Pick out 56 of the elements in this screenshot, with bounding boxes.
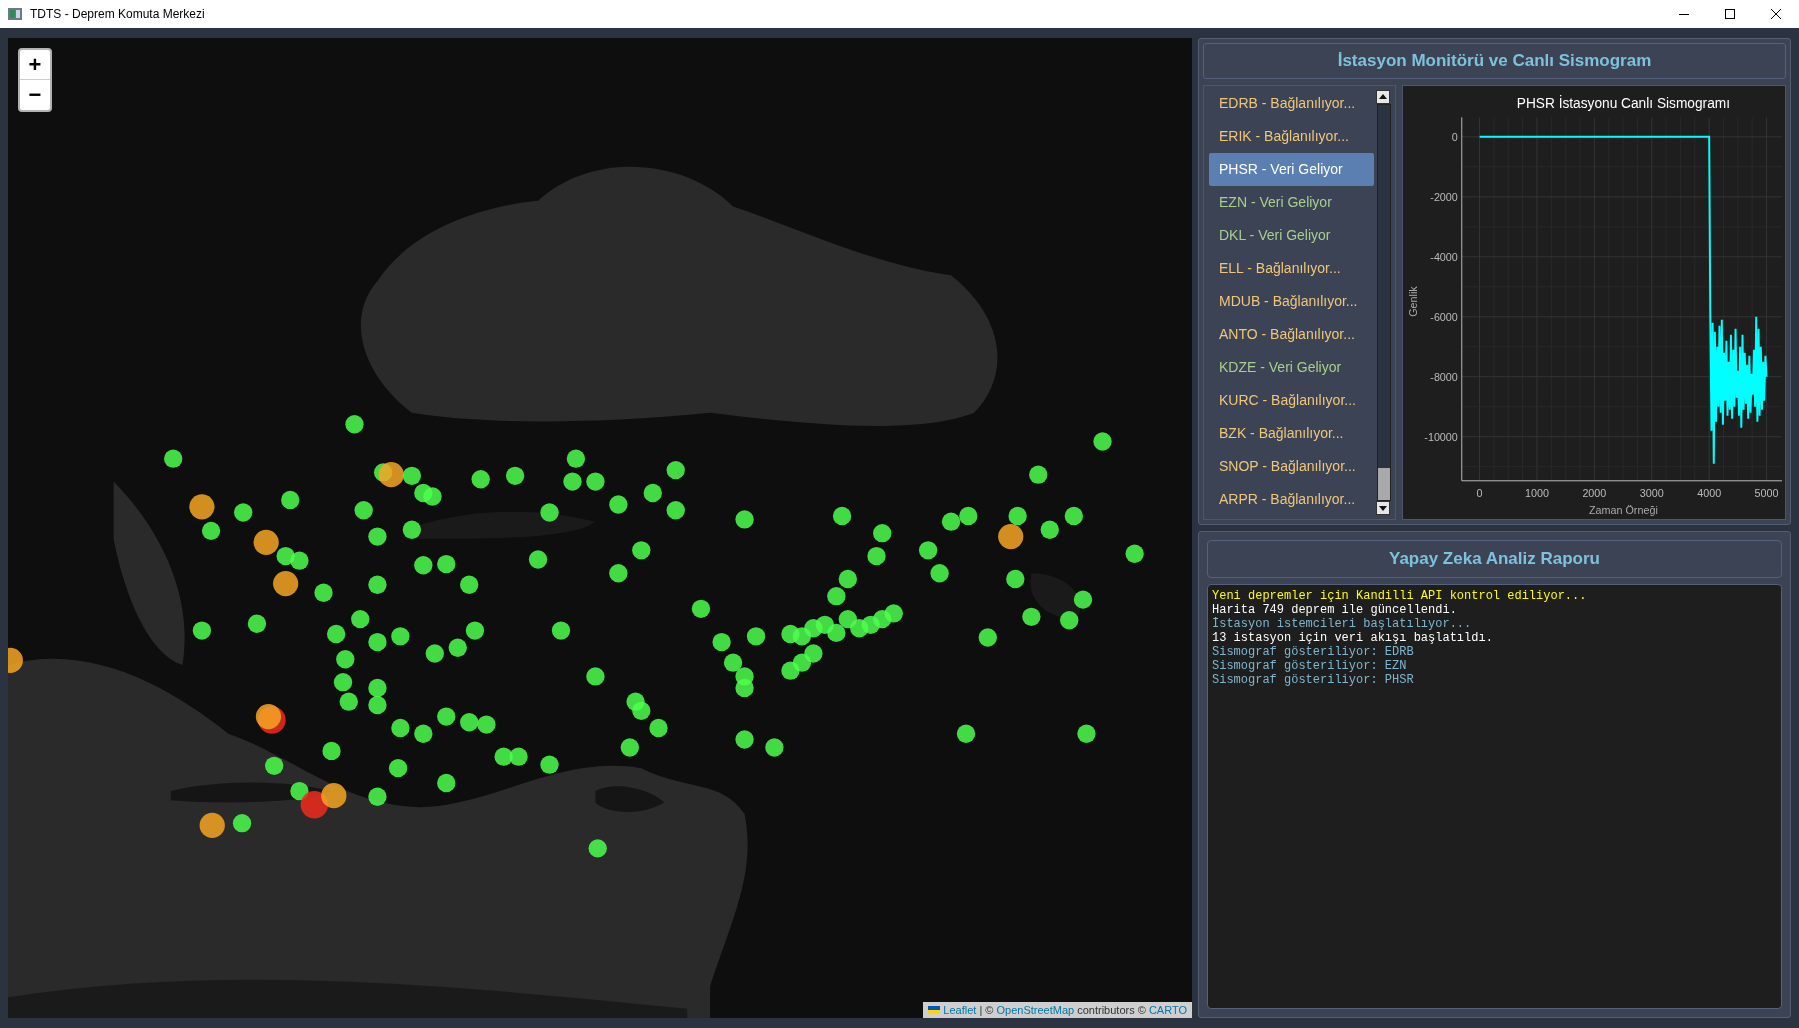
app-icon <box>8 8 22 20</box>
maximize-icon <box>1725 9 1735 19</box>
station-item[interactable]: EZN - Veri Geliyor <box>1209 186 1374 219</box>
scroll-up-icon[interactable] <box>1376 90 1390 104</box>
scroll-down-icon[interactable] <box>1376 501 1390 515</box>
x-tick-label: 4000 <box>1697 487 1722 500</box>
zoom-out-button[interactable]: − <box>20 80 50 110</box>
station-item[interactable]: PHSR - Veri Geliyor <box>1209 153 1374 186</box>
y-tick-label: -4000 <box>1430 250 1458 263</box>
scrollbar[interactable] <box>1376 90 1392 515</box>
station-item[interactable]: KDZE - Veri Geliyor <box>1209 351 1374 384</box>
log-line: İstasyon istemcileri başlatılıyor... <box>1212 617 1473 631</box>
station-item[interactable]: ERIK - Bağlanılıyor... <box>1209 120 1374 153</box>
window-title: TDTS - Deprem Komuta Merkezi <box>30 6 205 23</box>
attribution-text: | © <box>978 1002 995 1018</box>
y-tick-label: 0 <box>1451 130 1458 143</box>
scrollbar-thumb[interactable] <box>1378 468 1390 500</box>
y-axis-label: Genlik <box>1406 286 1419 317</box>
panel-title: Yapay Zeka Analiz Raporu <box>1207 540 1782 578</box>
x-axis-label: Zaman Örneği <box>1589 504 1658 517</box>
attribution-link[interactable]: CARTO <box>1148 1001 1187 1018</box>
y-axis: 0 -2000 -4000 -6000 -8000 -10000 <box>1424 116 1463 482</box>
station-item[interactable]: KURC - Bağlanılıyor... <box>1209 384 1374 417</box>
panel-title: İstasyon Monitörü ve Canlı Sismogram <box>1203 43 1786 79</box>
chart-title: PHSR İstasyonu Canlı Sismogramı <box>1516 95 1730 111</box>
log-line: Harita 749 deprem ile güncellendi. <box>1212 603 1458 617</box>
x-tick-label: 1000 <box>1524 487 1549 500</box>
station-item[interactable]: BZK - Bağlanılıyor... <box>1209 417 1374 450</box>
log-line: Yeni depremler için Kandilli API kontrol ediliyor... <box>1212 589 1588 603</box>
log-line: Sismograf gösteriliyor: EZN <box>1212 659 1408 673</box>
x-tick-label: 0 <box>1476 487 1483 500</box>
station-item[interactable]: DKL - Veri Geliyor <box>1209 219 1374 252</box>
x-tick-label: 5000 <box>1754 487 1779 500</box>
close-icon <box>1771 9 1781 19</box>
leaflet-link[interactable]: Leaflet <box>943 1001 977 1018</box>
flag-icon <box>928 1005 941 1014</box>
zoom-in-button[interactable]: + <box>20 50 50 80</box>
y-tick-label: -6000 <box>1430 310 1458 323</box>
station-item[interactable]: ARPR - Bağlanılıyor... <box>1209 483 1374 516</box>
x-tick-label: 3000 <box>1639 487 1664 500</box>
log-line: Sismograf gösteriliyor: PHSR <box>1212 673 1415 687</box>
log-line: 13 istasyon için veri akışı başlatıldı. <box>1212 631 1494 645</box>
attribution-link[interactable]: OpenStreetMap <box>996 1001 1075 1018</box>
attribution-text: contributors © <box>1076 1002 1147 1018</box>
log-line: Sismograf gösteriliyor: EDRB <box>1212 645 1415 659</box>
station-item[interactable]: ELL - Bağlanılıyor... <box>1209 252 1374 285</box>
x-axis: 0 1000 2000 3000 4000 5000 <box>1461 480 1783 500</box>
x-tick-label: 2000 <box>1582 487 1607 500</box>
minimize-icon <box>1679 13 1689 15</box>
y-tick-label: -2000 <box>1430 190 1458 203</box>
station-item[interactable]: EDRB - Bağlanılıyor... <box>1209 87 1374 120</box>
y-tick-label: -8000 <box>1430 370 1458 383</box>
station-item[interactable]: SNOP - Bağlanılıyor... <box>1209 450 1374 483</box>
station-item[interactable]: ANTO - Bağlanılıyor... <box>1209 318 1374 351</box>
y-tick-label: -10000 <box>1424 430 1458 443</box>
station-item[interactable]: MDUB - Bağlanılıyor... <box>1209 285 1374 318</box>
